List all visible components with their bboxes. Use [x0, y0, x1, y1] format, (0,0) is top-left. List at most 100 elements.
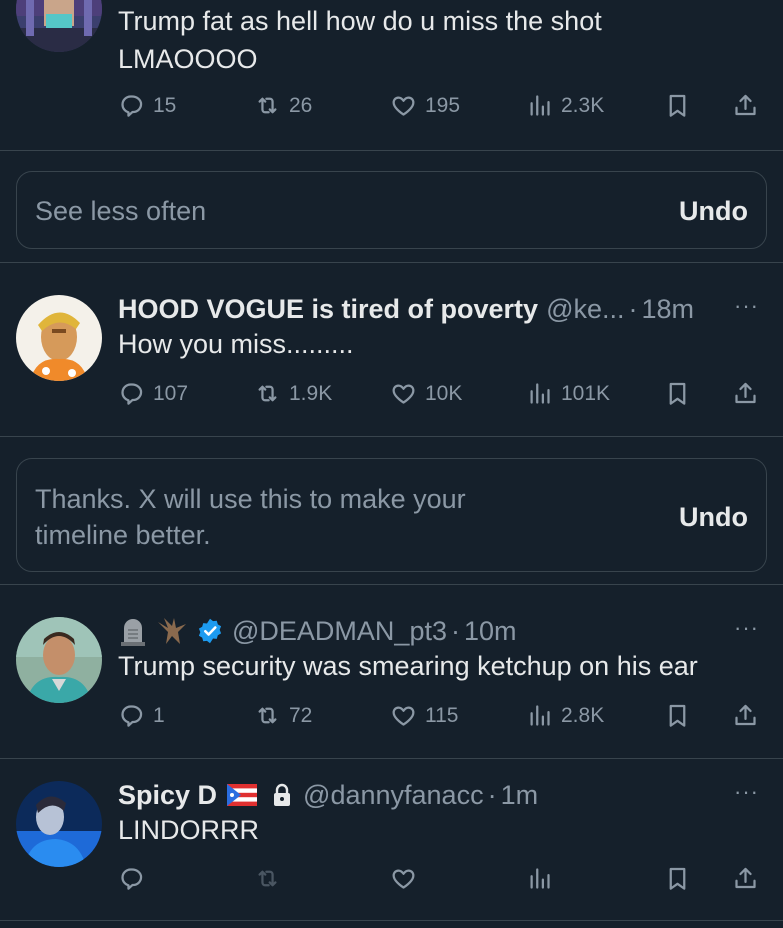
undo-button[interactable]: Undo — [679, 193, 748, 229]
timestamp[interactable]: 1m — [501, 780, 539, 811]
timeline-feed: Trump fat as hell how do u miss the shot… — [0, 0, 783, 928]
like-icon — [390, 865, 417, 892]
display-name[interactable]: HOOD VOGUE is tired of poverty — [118, 294, 538, 325]
notice-text: Thanks. X will use this to make your tim… — [35, 484, 466, 550]
retweet-button[interactable]: 72 — [254, 702, 312, 729]
retweet-button[interactable]: 26 — [254, 92, 312, 119]
reply-button[interactable]: 1 — [118, 702, 165, 729]
like-count: 195 — [425, 93, 461, 117]
more-options-button[interactable]: ··· — [734, 615, 759, 641]
separator-dot: · — [628, 293, 638, 324]
views-button[interactable]: 2.3K — [526, 92, 604, 119]
timestamp[interactable]: 18m — [642, 294, 695, 325]
reply-icon — [118, 702, 145, 729]
flag-icon — [227, 784, 258, 806]
like-button[interactable]: 195 — [390, 92, 460, 119]
user-handle[interactable]: @dannyfanacc — [303, 780, 484, 811]
like-icon — [390, 92, 417, 119]
reply-count: 15 — [153, 93, 177, 117]
feedback-notice: Thanks. X will use this to make your tim… — [16, 458, 767, 572]
views-button[interactable] — [526, 865, 553, 892]
share-icon — [732, 380, 759, 407]
tweet-actions: 15 26 195 2.3K — [118, 92, 758, 124]
bookmark-icon — [664, 865, 691, 892]
like-count: 115 — [425, 703, 459, 727]
lock-icon — [271, 783, 293, 807]
reply-button[interactable]: 107 — [118, 380, 188, 407]
share-button[interactable] — [732, 92, 759, 119]
reply-button[interactable] — [118, 865, 145, 892]
user-handle[interactable]: @DEADMAN_pt3 — [232, 616, 447, 647]
retweet-button — [254, 865, 281, 892]
divider — [0, 920, 783, 921]
retweet-button[interactable]: 1.9K — [254, 380, 332, 407]
more-options-button[interactable]: ··· — [734, 779, 759, 805]
views-icon — [526, 702, 553, 729]
views-button[interactable]: 101K — [526, 380, 610, 407]
bookmark-button[interactable] — [664, 92, 691, 119]
user-handle[interactable]: @ke... — [546, 294, 624, 325]
like-button[interactable]: 10K — [390, 380, 462, 407]
tweet-actions — [118, 865, 758, 897]
divider — [0, 150, 783, 151]
retweet-icon — [254, 380, 281, 407]
timestamp[interactable]: 10m — [464, 616, 517, 647]
tweet[interactable]: HOOD VOGUE is tired of poverty @ke... · … — [0, 263, 783, 435]
bookmark-icon — [664, 702, 691, 729]
feedback-notice: See less often Undo — [16, 171, 767, 249]
retweet-icon — [254, 865, 281, 892]
tweet-text: How you miss......... — [118, 329, 354, 359]
views-count: 2.3K — [561, 93, 605, 117]
tweet-text: Trump fat as hell how do u miss the shot… — [118, 6, 602, 74]
dragon-icon — [156, 616, 188, 646]
separator-dot: · — [487, 779, 497, 810]
like-icon — [390, 380, 417, 407]
share-button[interactable] — [732, 702, 759, 729]
reply-count: 1 — [153, 703, 165, 727]
bookmark-icon — [664, 92, 691, 119]
views-icon — [526, 865, 553, 892]
bookmark-button[interactable] — [664, 865, 691, 892]
divider — [0, 436, 783, 437]
reply-button[interactable]: 15 — [118, 92, 176, 119]
reply-count: 107 — [153, 381, 189, 405]
reply-icon — [118, 865, 145, 892]
avatar[interactable] — [16, 781, 102, 867]
reply-icon — [118, 92, 145, 119]
separator-dot: · — [450, 615, 460, 646]
views-icon — [526, 92, 553, 119]
retweet-icon — [254, 92, 281, 119]
share-icon — [732, 865, 759, 892]
share-icon — [732, 702, 759, 729]
tweet[interactable]: Trump fat as hell how do u miss the shot… — [0, 0, 783, 150]
retweet-count: 1.9K — [289, 381, 333, 405]
like-count: 10K — [425, 381, 463, 405]
share-button[interactable] — [732, 380, 759, 407]
tweet-actions: 107 1.9K 10K 101K — [118, 380, 758, 412]
like-icon — [390, 702, 417, 729]
tombstone-icon — [118, 616, 148, 646]
views-count: 2.8K — [561, 703, 605, 727]
avatar[interactable] — [16, 617, 102, 703]
tweet[interactable]: Spicy D @dannyfanacc · 1m ··· LINDORRR — [0, 759, 783, 928]
retweet-count: 72 — [289, 703, 313, 727]
notice-text: See less often — [35, 196, 207, 226]
avatar[interactable] — [16, 295, 102, 381]
undo-button[interactable]: Undo — [679, 499, 748, 535]
tweet-text: Trump security was smearing ketchup on h… — [118, 651, 698, 681]
share-button[interactable] — [732, 865, 759, 892]
display-name[interactable]: Spicy D — [118, 780, 217, 811]
avatar[interactable] — [16, 0, 102, 52]
views-icon — [526, 380, 553, 407]
more-options-button[interactable]: ··· — [734, 293, 759, 319]
verified-icon — [196, 617, 224, 645]
like-button[interactable]: 115 — [390, 702, 458, 729]
share-icon — [732, 92, 759, 119]
tweet[interactable]: @DEADMAN_pt3 · 10m ··· Trump security wa… — [0, 585, 783, 757]
bookmark-button[interactable] — [664, 380, 691, 407]
views-button[interactable]: 2.8K — [526, 702, 604, 729]
bookmark-button[interactable] — [664, 702, 691, 729]
retweet-icon — [254, 702, 281, 729]
like-button[interactable] — [390, 865, 417, 892]
views-count: 101K — [561, 381, 611, 405]
